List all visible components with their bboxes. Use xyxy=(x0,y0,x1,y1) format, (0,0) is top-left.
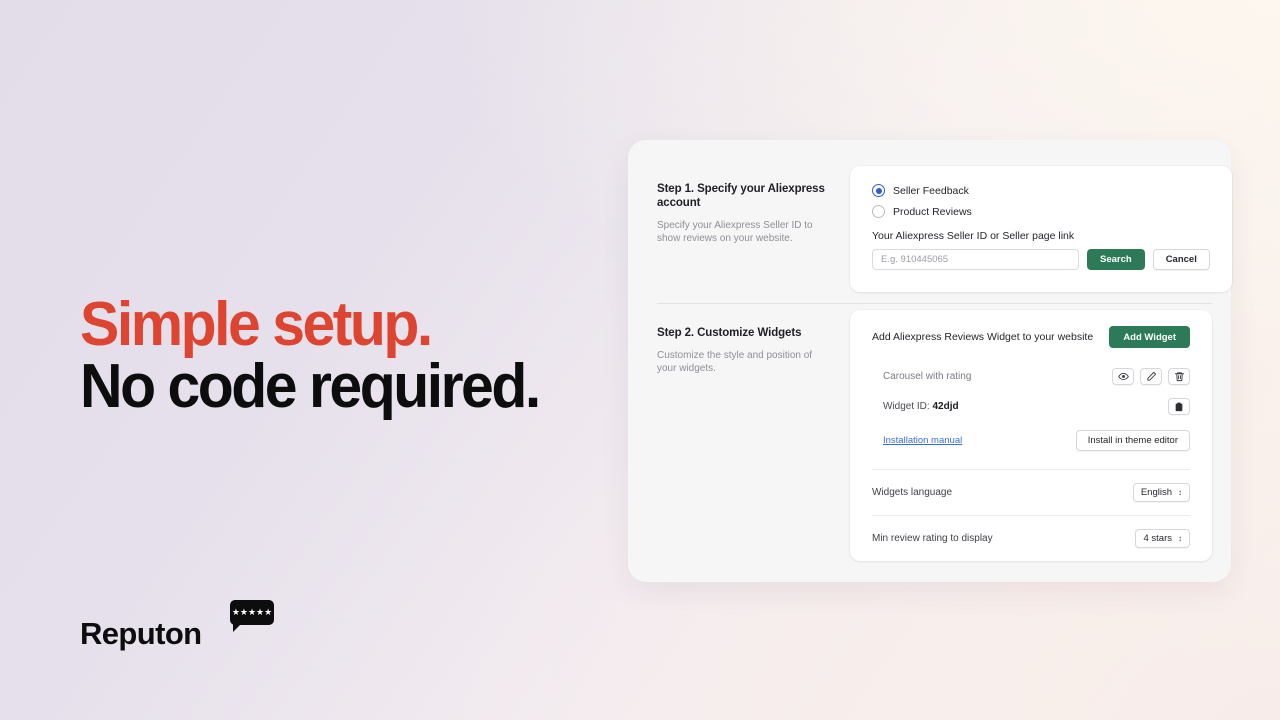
step-1-panel: Seller Feedback Product Reviews Your Ali… xyxy=(850,166,1232,292)
copy-widget-id-button[interactable] xyxy=(1168,398,1190,415)
min-review-rating-label: Min review rating to display xyxy=(872,533,993,544)
add-widget-button[interactable]: Add Widget xyxy=(1109,326,1190,348)
headline-line-1: Simple setup. xyxy=(80,290,433,359)
min-review-rating-value: 4 stars xyxy=(1143,533,1172,544)
five-stars-icon: ★★★★★ xyxy=(231,607,273,617)
radio-seller-feedback-icon[interactable] xyxy=(872,184,885,197)
eye-icon xyxy=(1117,372,1129,381)
chevron-updown-icon: ↕ xyxy=(1178,533,1182,543)
widget-id-text: Widget ID: 42djd xyxy=(883,401,959,412)
headline-line-2: No code required. xyxy=(80,352,541,421)
seller-id-input[interactable] xyxy=(872,249,1079,270)
radio-product-reviews-icon[interactable] xyxy=(872,205,885,218)
setting-widgets-language: Widgets language English ↕ xyxy=(850,470,1212,515)
step-1-section: Step 1. Specify your Aliexpress account … xyxy=(657,166,1232,292)
widget-id-label: Widget ID: xyxy=(883,401,930,412)
widget-id-value: 42djd xyxy=(932,401,959,412)
pencil-icon xyxy=(1146,371,1156,381)
trash-icon xyxy=(1174,372,1184,382)
install-row: Installation manual Install in theme edi… xyxy=(872,430,1190,451)
promo-banner: Simple setup. No code required. ★★★★★ Re… xyxy=(0,0,1280,720)
step-1-description: Step 1. Specify your Aliexpress account … xyxy=(657,166,850,292)
radio-seller-feedback-label: Seller Feedback xyxy=(893,184,969,197)
setting-min-review-rating: Min review rating to display 4 stars ↕ xyxy=(850,516,1212,561)
app-window: Step 1. Specify your Aliexpress account … xyxy=(628,140,1232,582)
speech-bubble-icon: ★★★★★ xyxy=(230,600,274,632)
step-2-section: Step 2. Customize Widgets Customize the … xyxy=(657,310,1212,561)
install-theme-editor-button[interactable]: Install in theme editor xyxy=(1075,430,1190,451)
step-2-title: Step 2. Customize Widgets xyxy=(657,327,802,339)
seller-id-input-row: Search Cancel xyxy=(872,249,1210,270)
logo-wordmark: Reputon xyxy=(80,616,202,651)
radio-option-seller-feedback[interactable]: Seller Feedback xyxy=(872,184,1210,197)
cancel-button[interactable]: Cancel xyxy=(1152,249,1210,270)
edit-widget-button[interactable] xyxy=(1140,368,1162,385)
widget-manager: Add Aliexpress Reviews Widget to your we… xyxy=(850,310,1212,469)
widget-actions xyxy=(1112,368,1190,385)
search-button[interactable]: Search xyxy=(1087,249,1145,270)
widget-name-label: Carousel with rating xyxy=(883,371,972,382)
widgets-language-value: English xyxy=(1140,487,1172,498)
add-widget-row: Add Aliexpress Reviews Widget to your we… xyxy=(872,326,1190,348)
delete-widget-button[interactable] xyxy=(1168,368,1190,385)
step-1-subtitle: Specify your Aliexpress Seller ID to sho… xyxy=(657,220,813,244)
installation-manual-link[interactable]: Installation manual xyxy=(883,435,962,446)
seller-id-field-label: Your Aliexpress Seller ID or Seller page… xyxy=(872,230,1075,242)
step-1-title: Step 1. Specify your Aliexpress account xyxy=(657,183,825,209)
radio-option-product-reviews[interactable]: Product Reviews xyxy=(872,205,1210,218)
step-2-description: Step 2. Customize Widgets Customize the … xyxy=(657,310,850,561)
chevron-updown-icon: ↕ xyxy=(1178,487,1182,497)
widget-id-row: Widget ID: 42djd xyxy=(872,398,1190,415)
reputon-logo: ★★★★★ Reputon xyxy=(80,600,310,656)
widget-list-item: Carousel with rating xyxy=(872,368,1190,385)
widgets-language-label: Widgets language xyxy=(872,487,953,498)
preview-widget-button[interactable] xyxy=(1112,368,1134,385)
step-2-subtitle: Customize the style and position of your… xyxy=(657,350,813,374)
min-review-rating-select[interactable]: 4 stars ↕ xyxy=(1135,529,1190,548)
clipboard-icon xyxy=(1175,402,1183,411)
widgets-language-select[interactable]: English ↕ xyxy=(1132,483,1190,502)
promo-headline: Simple setup. No code required. xyxy=(80,290,600,421)
radio-product-reviews-label: Product Reviews xyxy=(893,205,972,218)
step-2-panel: Add Aliexpress Reviews Widget to your we… xyxy=(850,310,1212,561)
step-divider xyxy=(657,303,1212,304)
add-widget-heading: Add Aliexpress Reviews Widget to your we… xyxy=(872,331,1094,343)
